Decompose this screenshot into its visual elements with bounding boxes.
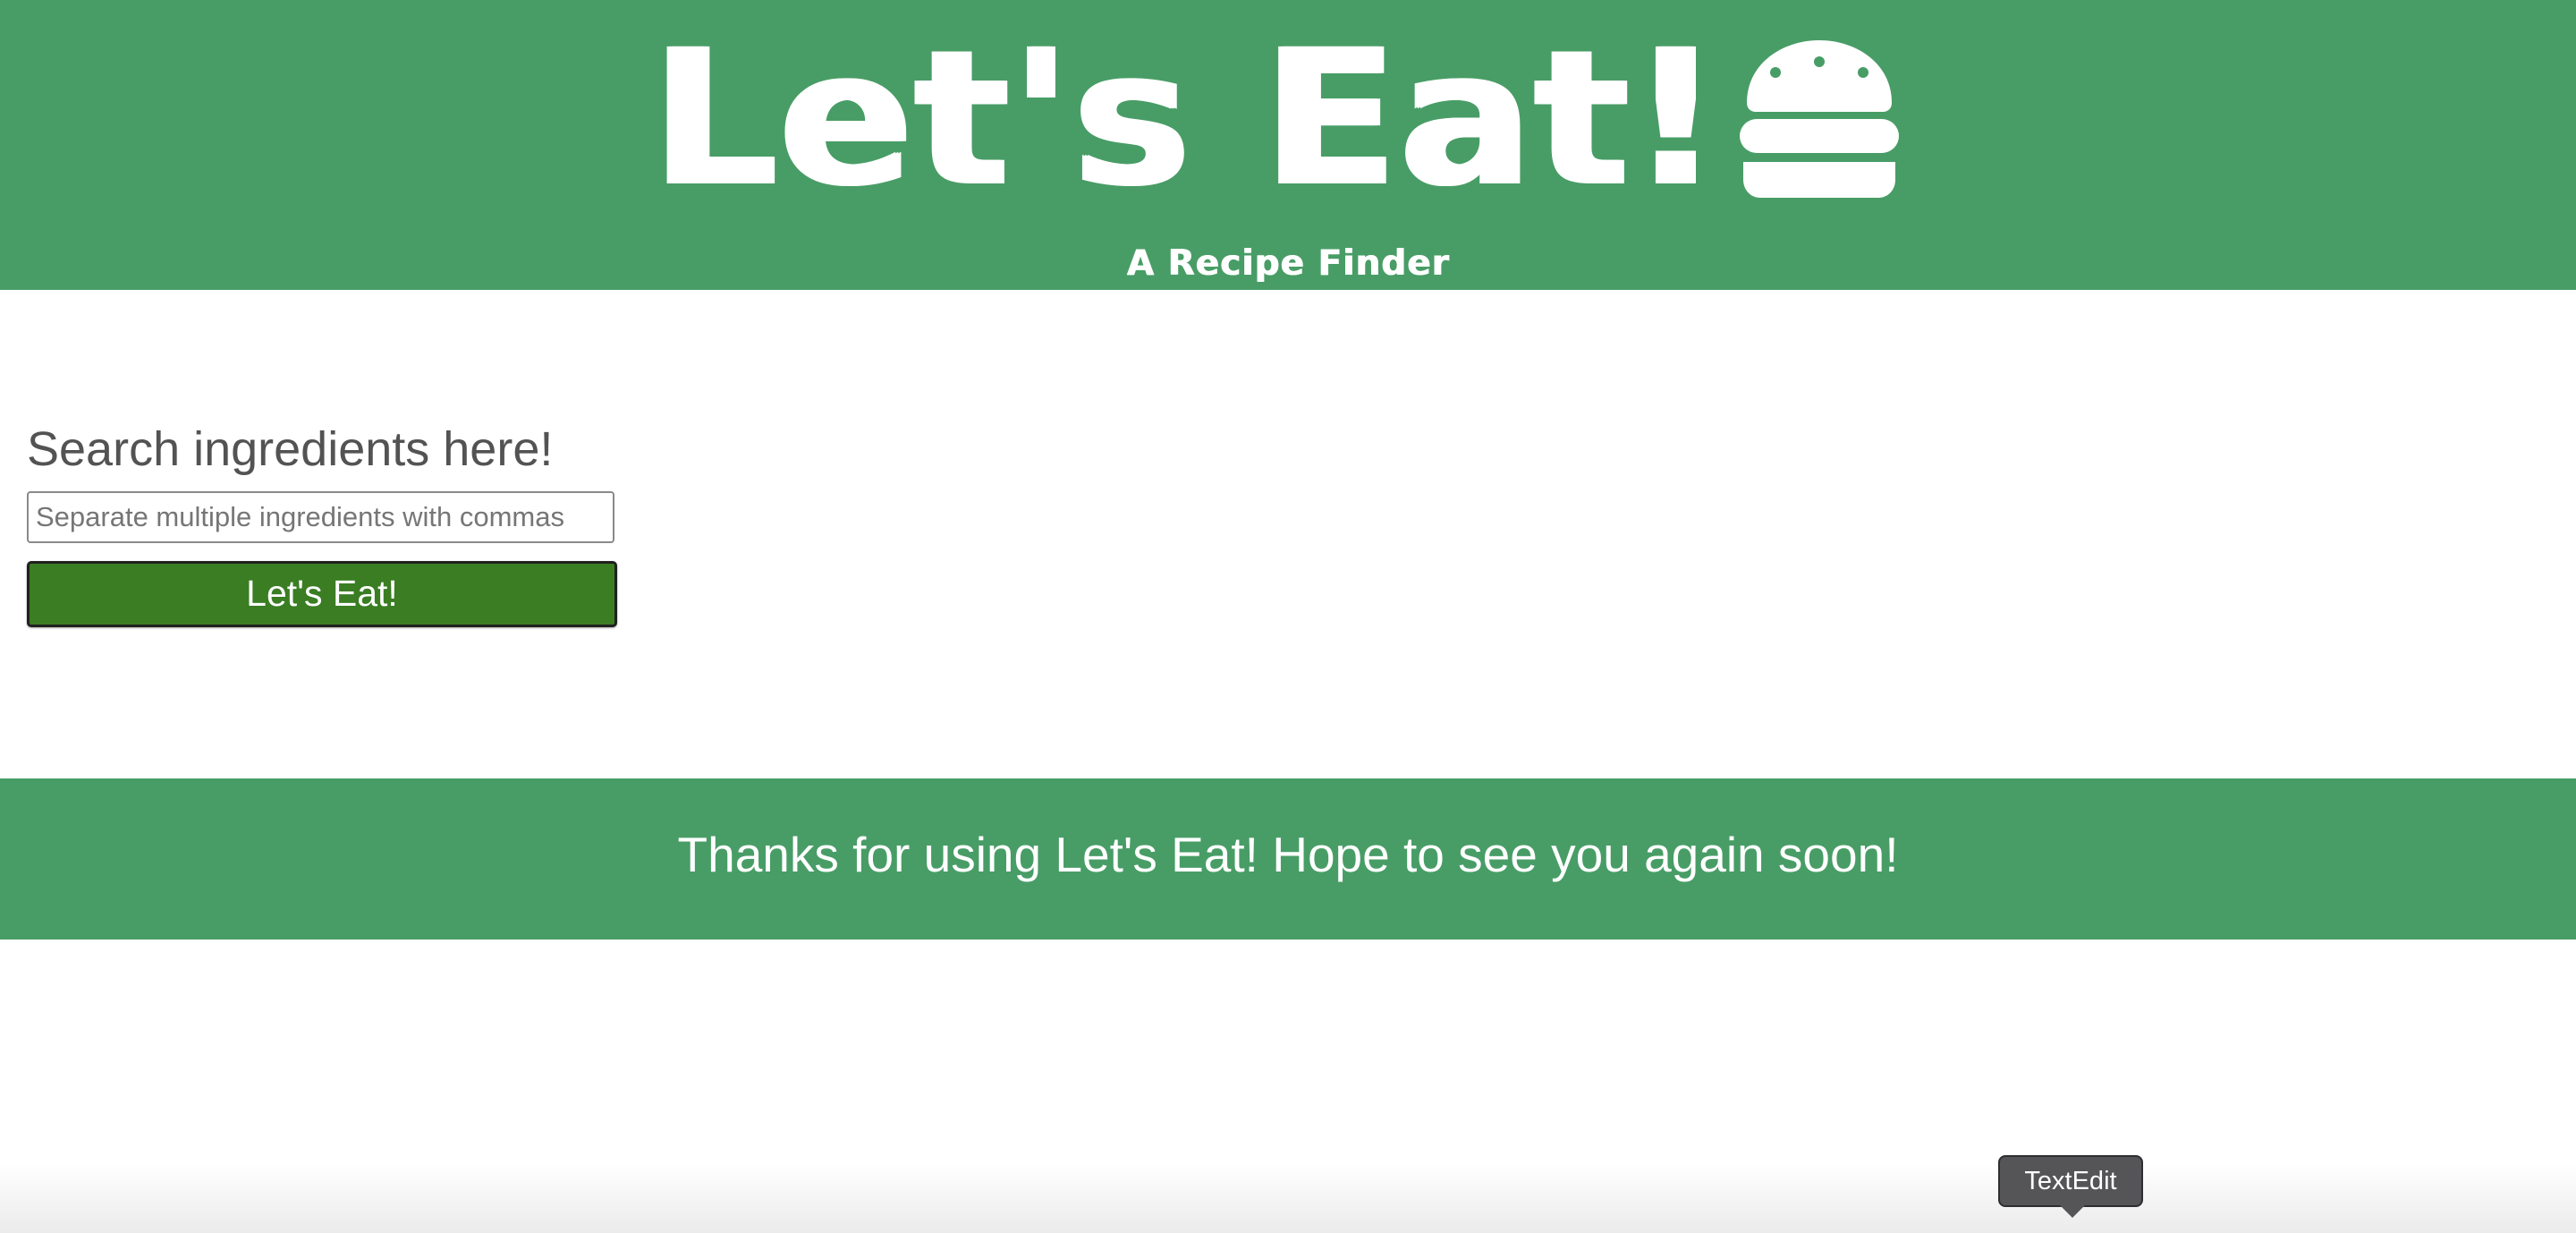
search-section: Search ingredients here! Let's Eat!	[27, 421, 671, 627]
footer-message: Thanks for using Let's Eat! Hope to see …	[677, 827, 1899, 882]
ingredients-search-input[interactable]	[27, 490, 614, 543]
hamburger-icon	[1740, 40, 1900, 198]
dock-shadow	[0, 1163, 2576, 1233]
site-footer: Thanks for using Let's Eat! Hope to see …	[0, 778, 2576, 940]
textedit-tooltip: TextEdit	[1998, 1155, 2143, 1218]
brand: Let's Eat!	[0, 25, 2576, 213]
search-heading: Search ingredients here!	[27, 422, 554, 476]
site-header: Let's Eat! A Recipe Finder	[0, 0, 2576, 290]
site-title: Let's Eat!	[651, 9, 1723, 228]
tooltip-label: TextEdit	[2024, 1166, 2117, 1195]
site-subtitle: A Recipe Finder	[1126, 243, 1450, 284]
tooltip-pointer	[2060, 1205, 2085, 1218]
lets-eat-button[interactable]: Let's Eat!	[27, 560, 617, 627]
